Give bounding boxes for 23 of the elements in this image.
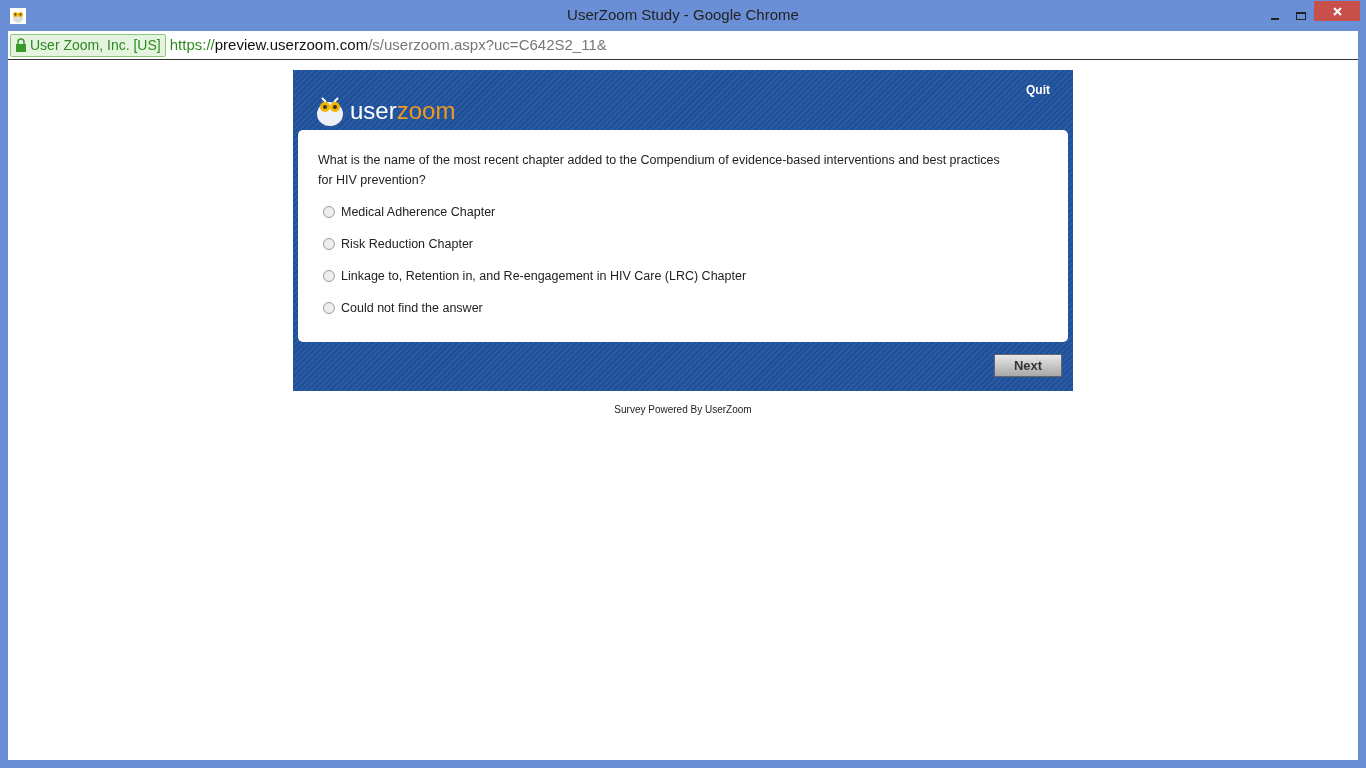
window-title: UserZoom Study - Google Chrome: [567, 5, 799, 26]
close-icon: [1332, 6, 1342, 16]
question-text: What is the name of the most recent chapter added to the Compendium of evidence-based interventions and best practices for HIV prevention?: [318, 152, 1001, 189]
security-badge[interactable]: User Zoom, Inc. [US]: [10, 33, 166, 57]
lock-icon: [15, 38, 27, 52]
radio-button[interactable]: [323, 206, 335, 218]
radio-button[interactable]: [323, 302, 335, 314]
quit-link[interactable]: Quit: [1026, 81, 1050, 99]
answer-option[interactable]: Risk Reduction Chapter: [318, 234, 1048, 254]
answer-option[interactable]: Medical Adherence Chapter: [318, 202, 1048, 222]
radio-button[interactable]: [323, 270, 335, 282]
answer-option[interactable]: Linkage to, Retention in, and Re-engagement in HIV Care (LRC) Chapter: [318, 266, 1048, 286]
footer-text: Survey Powered By UserZoom: [614, 403, 752, 417]
answer-option[interactable]: Could not find the answer: [318, 298, 1048, 318]
minimize-icon: [1271, 17, 1279, 20]
next-button[interactable]: Next: [994, 354, 1062, 377]
url-text[interactable]: https://preview.userzoom.com/s/userzoom.aspx?uc=C642S2_11&: [169, 33, 607, 57]
maximize-icon: [1296, 11, 1306, 20]
logo-wordmark: userzoom: [350, 99, 456, 123]
radio-button[interactable]: [323, 238, 335, 250]
owl-icon: [10, 7, 26, 24]
security-badge-label: User Zoom, Inc. [US]: [30, 35, 161, 55]
close-button[interactable]: [1314, 1, 1360, 21]
